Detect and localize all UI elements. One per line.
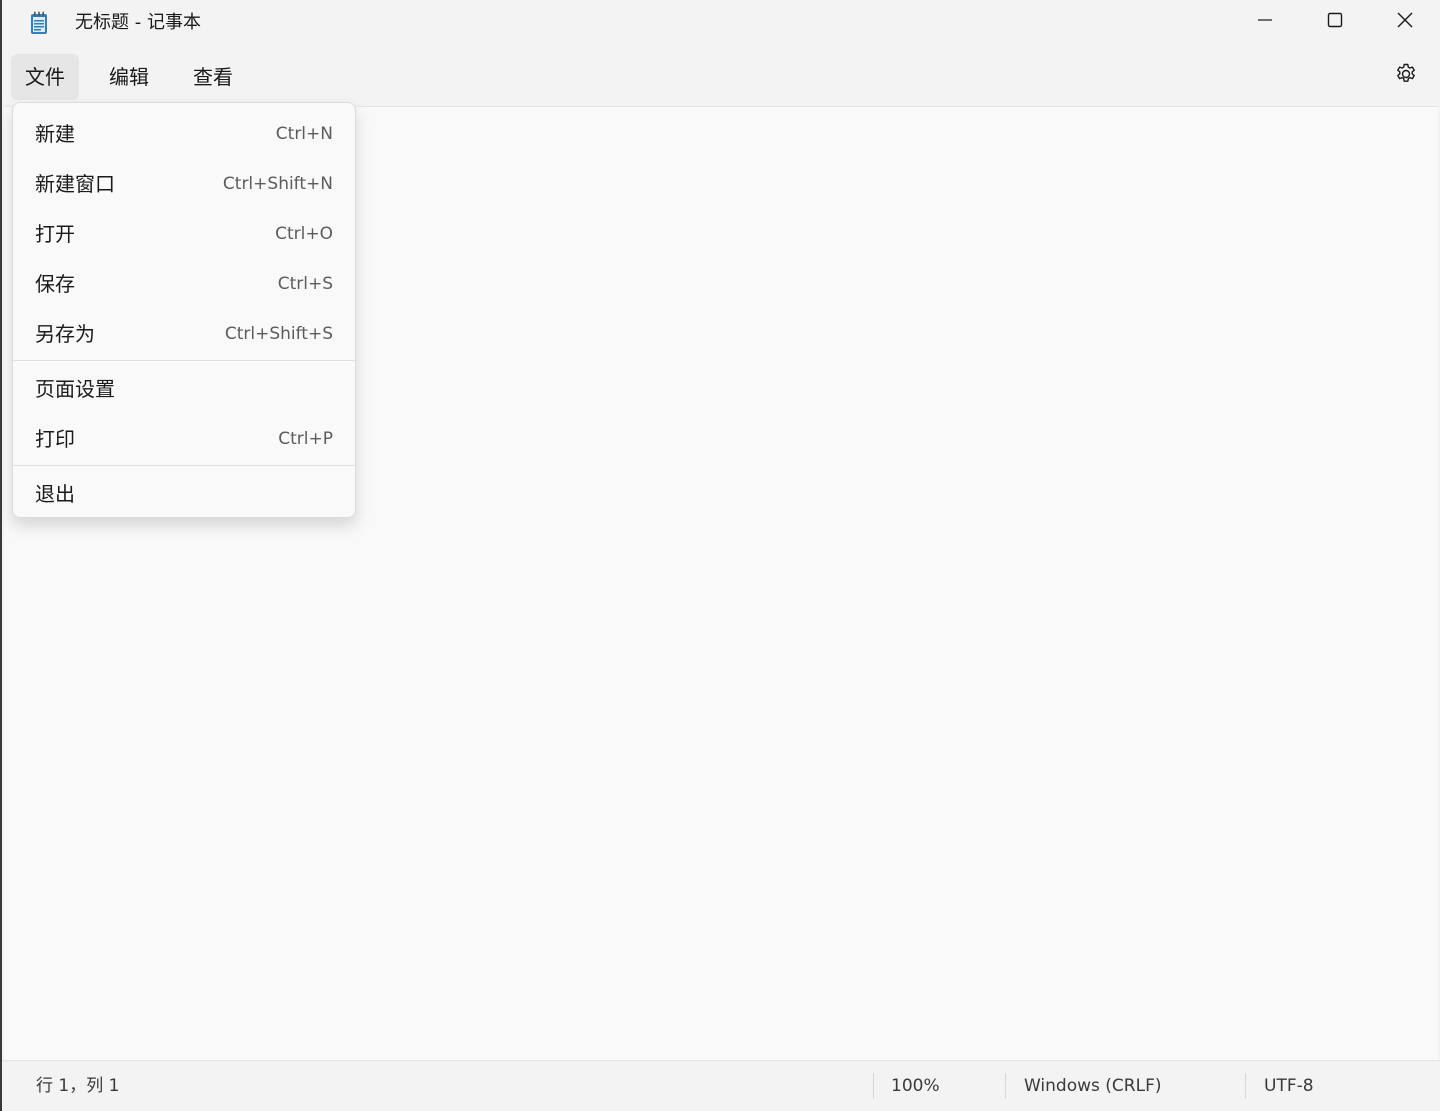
zoom-level: 100% — [891, 1076, 940, 1096]
title-bar[interactable]: 无标题 - 记事本 — [2, 0, 1440, 48]
menu-item-shortcut: Ctrl+Shift+N — [222, 174, 333, 194]
menu-item-new[interactable]: 新建 Ctrl+N — [13, 111, 355, 157]
menu-item-shortcut: Ctrl+O — [275, 224, 333, 244]
close-button[interactable] — [1370, 0, 1440, 44]
menu-item-exit[interactable]: 退出 — [13, 471, 355, 517]
minimize-icon — [1257, 12, 1273, 32]
cursor-position: 行 1，列 1 — [36, 1076, 120, 1096]
settings-button[interactable] — [1386, 56, 1426, 96]
menu-item-save-as[interactable]: 另存为 Ctrl+Shift+S — [13, 311, 355, 357]
window-title: 无标题 - 记事本 — [75, 12, 201, 33]
status-divider — [873, 1073, 874, 1099]
menu-item-shortcut: Ctrl+S — [277, 274, 333, 294]
notepad-icon — [29, 11, 49, 35]
menu-item-new-window[interactable]: 新建窗口 Ctrl+Shift+N — [13, 161, 355, 207]
menu-item-label: 打开 — [35, 222, 75, 246]
menu-view[interactable]: 查看 — [179, 54, 247, 100]
menu-separator — [13, 360, 355, 361]
menu-separator — [13, 465, 355, 466]
status-divider — [1245, 1073, 1246, 1099]
menu-edit[interactable]: 编辑 — [95, 54, 163, 100]
menu-item-label: 新建窗口 — [35, 172, 115, 196]
menu-item-label: 另存为 — [35, 322, 95, 346]
menu-file[interactable]: 文件 — [11, 54, 79, 100]
menu-item-open[interactable]: 打开 Ctrl+O — [13, 211, 355, 257]
gear-icon — [1394, 62, 1418, 90]
maximize-icon — [1327, 12, 1343, 32]
menu-item-label: 新建 — [35, 122, 75, 146]
menu-item-shortcut: Ctrl+P — [278, 429, 333, 449]
menu-bar: 文件 编辑 查看 — [2, 48, 1440, 106]
menu-item-shortcut: Ctrl+N — [275, 124, 333, 144]
encoding: UTF-8 — [1264, 1076, 1314, 1096]
minimize-button[interactable] — [1230, 0, 1300, 44]
menu-item-shortcut: Ctrl+Shift+S — [224, 324, 333, 344]
menu-item-label: 退出 — [35, 482, 75, 506]
notepad-window: 无标题 - 记事本 文件 编辑 查看 行 1，列 1 100% Windows … — [0, 0, 1440, 1111]
close-icon — [1396, 11, 1414, 33]
file-menu-dropdown: 新建 Ctrl+N 新建窗口 Ctrl+Shift+N 打开 Ctrl+O 保存… — [12, 102, 356, 518]
menu-item-save[interactable]: 保存 Ctrl+S — [13, 261, 355, 307]
line-ending: Windows (CRLF) — [1024, 1076, 1162, 1096]
menu-item-label: 打印 — [35, 427, 75, 451]
maximize-button[interactable] — [1300, 0, 1370, 44]
menu-item-label: 页面设置 — [35, 377, 115, 401]
menu-item-page-setup[interactable]: 页面设置 — [13, 366, 355, 412]
menu-item-print[interactable]: 打印 Ctrl+P — [13, 416, 355, 462]
status-divider — [1005, 1073, 1006, 1099]
menu-item-label: 保存 — [35, 272, 75, 296]
status-bar: 行 1，列 1 100% Windows (CRLF) UTF-8 — [2, 1060, 1440, 1111]
